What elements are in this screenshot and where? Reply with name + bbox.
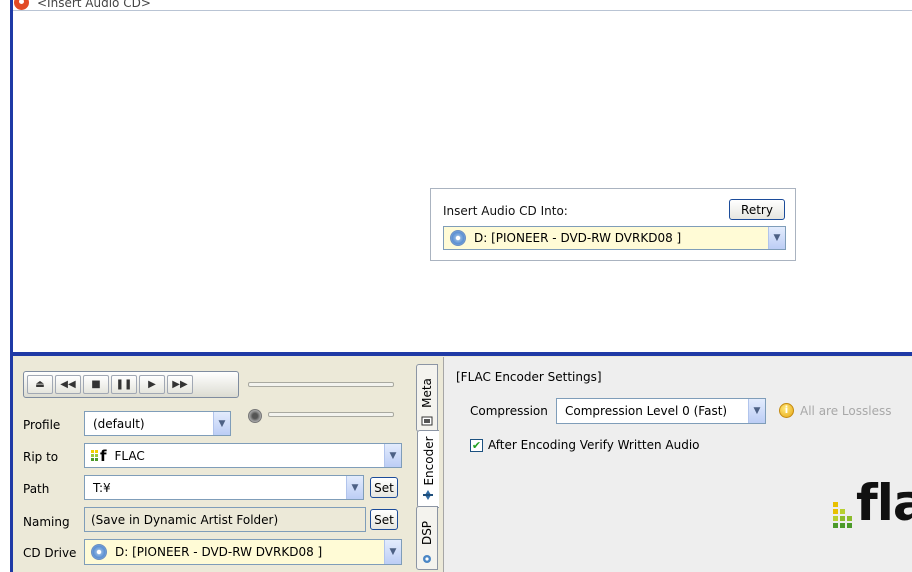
encoder-settings-panel — [443, 357, 912, 572]
profile-label: Profile — [23, 418, 61, 432]
title-divider — [13, 10, 912, 11]
naming-field[interactable]: (Save in Dynamic Artist Folder) — [84, 507, 366, 532]
chevron-down-icon[interactable]: ▼ — [768, 227, 785, 249]
naming-set-button[interactable]: Set — [370, 509, 398, 530]
profile-select[interactable]: (default) ▼ — [84, 411, 231, 436]
chevron-down-icon[interactable]: ▼ — [384, 540, 401, 564]
rip-to-value: FLAC — [114, 448, 145, 463]
cd-drive-select[interactable]: D: [PIONEER - DVD-RW DVRKD08 ] ▼ — [84, 539, 402, 565]
rip-to-label: Rip to — [23, 450, 59, 464]
chevron-down-icon[interactable]: ▼ — [384, 444, 401, 467]
tab-meta[interactable]: Meta — [416, 364, 438, 432]
tab-encoder-label: Encoder — [421, 436, 436, 486]
tab-dsp-label: DSP — [420, 520, 434, 546]
path-field[interactable]: T:¥ ▼ — [84, 475, 364, 500]
window-title: <Insert Audio CD> — [37, 0, 151, 10]
cd-drive-label: CD Drive — [23, 546, 77, 560]
seek-slider[interactable] — [248, 382, 394, 387]
retry-button[interactable]: Retry — [729, 199, 785, 220]
path-set-button[interactable]: Set — [370, 477, 398, 498]
cd-drive-icon — [91, 544, 107, 560]
vertical-tabs: Meta Encoder DSP — [416, 356, 439, 572]
title-bar: <Insert Audio CD> — [14, 0, 151, 10]
cd-drive-value: D: [PIONEER - DVD-RW DVRKD08 ] — [115, 545, 323, 559]
transport-controls: ⏏ ◀◀ ■ ❚❚ ▶ ▶▶ — [23, 371, 239, 398]
volume-icon — [248, 409, 262, 423]
rip-to-select[interactable]: f FLAC ▼ — [84, 443, 402, 468]
encoder-section-title: [FLAC Encoder Settings] — [456, 370, 602, 384]
play-button[interactable]: ▶ — [139, 375, 165, 394]
insert-drive-select[interactable]: D: [PIONEER - DVD-RW DVRKD08 ] ▼ — [443, 226, 786, 250]
compression-value: Compression Level 0 (Fast) — [565, 404, 728, 418]
compression-select[interactable]: Compression Level 0 (Fast) ▼ — [556, 398, 766, 424]
window-left-border — [10, 0, 13, 352]
eject-button[interactable]: ⏏ — [27, 375, 53, 394]
volume-slider[interactable] — [268, 412, 394, 417]
pause-button[interactable]: ❚❚ — [111, 375, 137, 394]
bottom-divider — [10, 352, 912, 356]
encoder-icon — [423, 490, 433, 500]
flac-logo-text: fla — [856, 474, 912, 532]
cd-warning-icon — [14, 0, 29, 10]
insert-drive-value: D: [PIONEER - DVD-RW DVRKD08 ] — [474, 231, 682, 245]
chevron-down-icon[interactable]: ▼ — [748, 399, 765, 423]
bottom-left-border — [10, 352, 13, 572]
rewind-button[interactable]: ◀◀ — [55, 375, 81, 394]
stop-button[interactable]: ■ — [83, 375, 109, 394]
profile-value: (default) — [93, 416, 145, 431]
insert-cd-panel: Insert Audio CD Into: Retry D: [PIONEER … — [430, 188, 796, 261]
app-window: <Insert Audio CD> Insert Audio CD Into: … — [0, 0, 912, 572]
insert-cd-label: Insert Audio CD Into: — [443, 204, 568, 218]
flac-format-icon: f — [91, 447, 107, 465]
naming-label: Naming — [23, 515, 70, 529]
compression-label: Compression — [470, 404, 548, 418]
forward-button[interactable]: ▶▶ — [167, 375, 193, 394]
info-icon: i — [779, 403, 794, 418]
cd-drive-icon — [450, 230, 466, 246]
verify-label: After Encoding Verify Written Audio — [488, 438, 700, 452]
tab-dsp[interactable]: DSP — [416, 506, 438, 570]
tab-encoder[interactable]: Encoder — [417, 430, 439, 508]
lossless-note: All are Lossless — [800, 404, 892, 418]
chevron-down-icon[interactable]: ▼ — [213, 412, 230, 435]
flac-logo-dots — [833, 502, 852, 528]
verify-checkbox[interactable]: ✔ — [470, 439, 483, 452]
chevron-down-icon[interactable]: ▼ — [346, 476, 363, 499]
naming-value: (Save in Dynamic Artist Folder) — [91, 512, 279, 527]
id-card-icon — [421, 416, 433, 426]
tab-meta-label: Meta — [420, 377, 434, 408]
path-label: Path — [23, 482, 50, 496]
path-value: T:¥ — [93, 480, 111, 495]
flac-logo: fla — [833, 478, 912, 528]
gears-icon — [423, 555, 431, 563]
